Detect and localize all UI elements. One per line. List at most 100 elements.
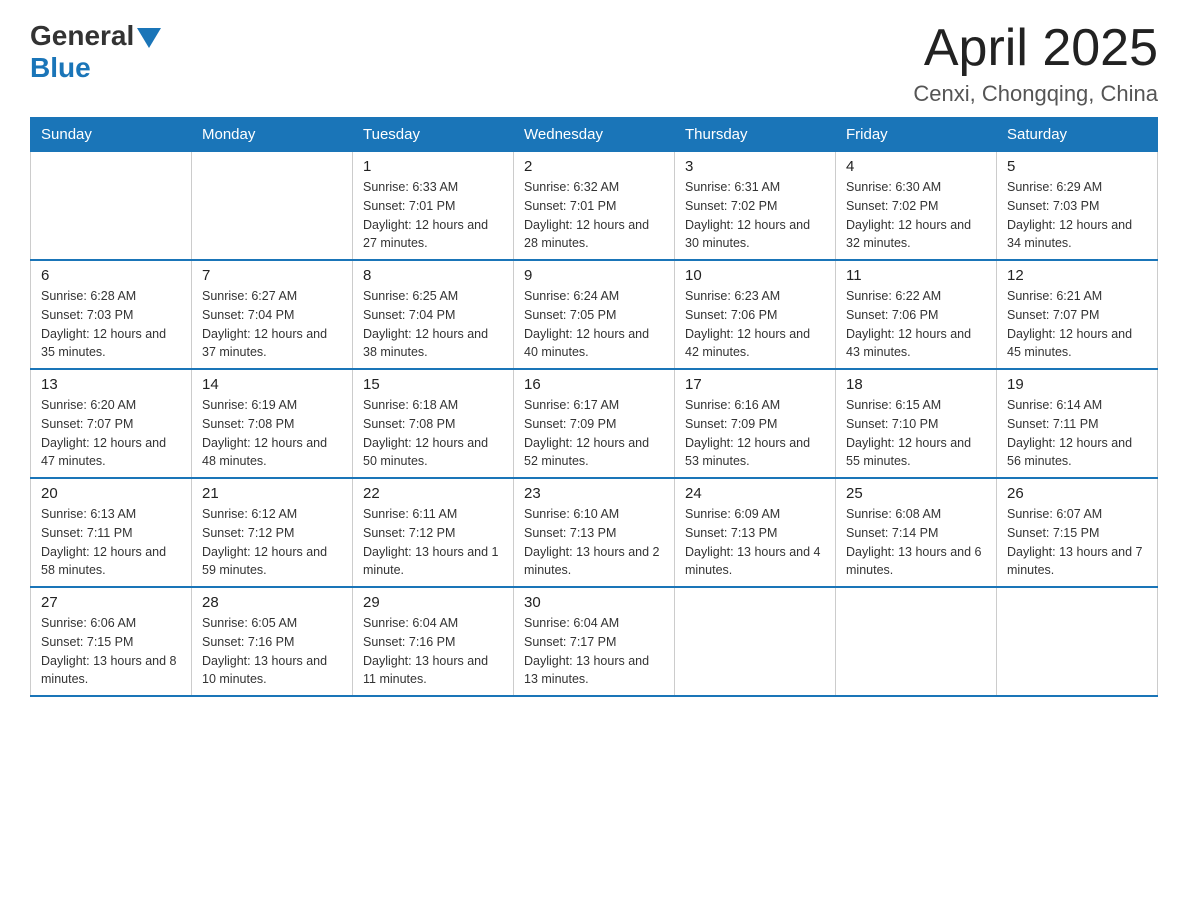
weekday-header-wednesday: Wednesday [514,118,675,152]
calendar-cell: 3 Sunrise: 6:31 AMSunset: 7:02 PMDaylight… [675,152,836,261]
day-number: 4 [846,158,986,175]
calendar-cell: 12Sunrise: 6:21 AMSunset: 7:07 PMDayligh… [997,260,1158,369]
calendar-cell: 6Sunrise: 6:28 AMSunset: 7:03 PMDaylight… [31,260,192,369]
day-info: Sunrise: 6:12 AMSunset: 7:12 PMDaylight:… [202,505,342,580]
day-number: 6 [41,267,181,284]
day-info: Sunrise: 6:17 AMSunset: 7:09 PMDaylight:… [524,396,664,471]
day-number: 15 [363,376,503,393]
day-number: 5 [1007,158,1147,175]
day-info: Sunrise: 6:33 AMSunset: 7:01 PMDaylight:… [363,178,503,253]
weekday-header-friday: Friday [836,118,997,152]
calendar-cell: 14 Sunrise: 6:19 AMSunset: 7:08 PMDayligh… [192,369,353,478]
calendar-cell: 19Sunrise: 6:14 AMSunset: 7:11 PMDayligh… [997,369,1158,478]
calendar-cell: 7 Sunrise: 6:27 AMSunset: 7:04 PMDaylight… [192,260,353,369]
day-number: 11 [846,267,986,284]
calendar-cell: 4Sunrise: 6:30 AMSunset: 7:02 PMDaylight… [836,152,997,261]
month-year-title: April 2025 [913,20,1158,77]
day-info: Sunrise: 6:20 AMSunset: 7:07 PMDaylight:… [41,396,181,471]
calendar-cell [31,152,192,261]
location-subtitle: Cenxi, Chongqing, China [913,81,1158,107]
logo-triangle-icon [137,28,161,48]
calendar-cell: 9Sunrise: 6:24 AMSunset: 7:05 PMDaylight… [514,260,675,369]
calendar-header: SundayMondayTuesdayWednesdayThursdayFrid… [31,118,1158,152]
day-info: Sunrise: 6:09 AMSunset: 7:13 PMDaylight:… [685,505,825,580]
calendar-cell: 30 Sunrise: 6:04 AMSunset: 7:17 PMDayligh… [514,587,675,696]
day-info: Sunrise: 6:11 AMSunset: 7:12 PMDaylight:… [363,505,503,580]
day-info: Sunrise: 6:31 AMSunset: 7:02 PMDaylight:… [685,178,825,253]
day-info: Sunrise: 6:25 AMSunset: 7:04 PMDaylight:… [363,287,503,362]
day-info: Sunrise: 6:07 AMSunset: 7:15 PMDaylight:… [1007,505,1147,580]
weekday-header-tuesday: Tuesday [353,118,514,152]
day-info: Sunrise: 6:19 AMSunset: 7:08 PMDaylight:… [202,396,342,471]
day-number: 8 [363,267,503,284]
calendar-cell: 5 Sunrise: 6:29 AMSunset: 7:03 PMDaylight… [997,152,1158,261]
day-info: Sunrise: 6:15 AMSunset: 7:10 PMDaylight:… [846,396,986,471]
calendar-week-row: 27 Sunrise: 6:06 AMSunset: 7:15 PMDayligh… [31,587,1158,696]
calendar-cell: 1 Sunrise: 6:33 AMSunset: 7:01 PMDaylight… [353,152,514,261]
calendar-cell: 26 Sunrise: 6:07 AMSunset: 7:15 PMDayligh… [997,478,1158,587]
day-info: Sunrise: 6:13 AMSunset: 7:11 PMDaylight:… [41,505,181,580]
day-info: Sunrise: 6:22 AMSunset: 7:06 PMDaylight:… [846,287,986,362]
day-number: 28 [202,594,342,611]
day-info: Sunrise: 6:04 AMSunset: 7:16 PMDaylight:… [363,614,503,689]
day-info: Sunrise: 6:32 AMSunset: 7:01 PMDaylight:… [524,178,664,253]
title-block: April 2025 Cenxi, Chongqing, China [913,20,1158,107]
calendar-cell: 22Sunrise: 6:11 AMSunset: 7:12 PMDayligh… [353,478,514,587]
calendar-week-row: 20 Sunrise: 6:13 AMSunset: 7:11 PMDayligh… [31,478,1158,587]
day-number: 23 [524,485,664,502]
day-number: 18 [846,376,986,393]
day-info: Sunrise: 6:18 AMSunset: 7:08 PMDaylight:… [363,396,503,471]
logo: General Blue [30,20,161,84]
day-number: 21 [202,485,342,502]
day-number: 14 [202,376,342,393]
calendar-cell: 23 Sunrise: 6:10 AMSunset: 7:13 PMDayligh… [514,478,675,587]
day-number: 12 [1007,267,1147,284]
calendar-cell [192,152,353,261]
calendar-table: SundayMondayTuesdayWednesdayThursdayFrid… [30,117,1158,697]
weekday-header-monday: Monday [192,118,353,152]
calendar-cell: 21 Sunrise: 6:12 AMSunset: 7:12 PMDayligh… [192,478,353,587]
calendar-cell: 13 Sunrise: 6:20 AMSunset: 7:07 PMDayligh… [31,369,192,478]
calendar-week-row: 1 Sunrise: 6:33 AMSunset: 7:01 PMDaylight… [31,152,1158,261]
day-number: 24 [685,485,825,502]
day-number: 13 [41,376,181,393]
day-number: 7 [202,267,342,284]
day-number: 30 [524,594,664,611]
calendar-body: 1 Sunrise: 6:33 AMSunset: 7:01 PMDaylight… [31,152,1158,697]
weekday-header-saturday: Saturday [997,118,1158,152]
day-number: 27 [41,594,181,611]
day-info: Sunrise: 6:05 AMSunset: 7:16 PMDaylight:… [202,614,342,689]
day-number: 25 [846,485,986,502]
logo-blue-text: Blue [30,52,91,84]
day-number: 20 [41,485,181,502]
day-info: Sunrise: 6:08 AMSunset: 7:14 PMDaylight:… [846,505,986,580]
day-number: 19 [1007,376,1147,393]
calendar-cell: 11 Sunrise: 6:22 AMSunset: 7:06 PMDayligh… [836,260,997,369]
day-info: Sunrise: 6:04 AMSunset: 7:17 PMDaylight:… [524,614,664,689]
calendar-cell: 25 Sunrise: 6:08 AMSunset: 7:14 PMDayligh… [836,478,997,587]
calendar-cell: 2Sunrise: 6:32 AMSunset: 7:01 PMDaylight… [514,152,675,261]
day-number: 16 [524,376,664,393]
day-info: Sunrise: 6:23 AMSunset: 7:06 PMDaylight:… [685,287,825,362]
calendar-cell: 15 Sunrise: 6:18 AMSunset: 7:08 PMDayligh… [353,369,514,478]
calendar-cell: 29Sunrise: 6:04 AMSunset: 7:16 PMDayligh… [353,587,514,696]
calendar-cell: 10Sunrise: 6:23 AMSunset: 7:06 PMDayligh… [675,260,836,369]
day-number: 17 [685,376,825,393]
day-number: 3 [685,158,825,175]
day-number: 1 [363,158,503,175]
day-info: Sunrise: 6:24 AMSunset: 7:05 PMDaylight:… [524,287,664,362]
weekday-header-row: SundayMondayTuesdayWednesdayThursdayFrid… [31,118,1158,152]
day-info: Sunrise: 6:06 AMSunset: 7:15 PMDaylight:… [41,614,181,689]
day-number: 26 [1007,485,1147,502]
calendar-cell: 18 Sunrise: 6:15 AMSunset: 7:10 PMDayligh… [836,369,997,478]
weekday-header-sunday: Sunday [31,118,192,152]
page-header: General Blue April 2025 Cenxi, Chongqing… [30,20,1158,107]
calendar-cell: 28 Sunrise: 6:05 AMSunset: 7:16 PMDayligh… [192,587,353,696]
day-info: Sunrise: 6:29 AMSunset: 7:03 PMDaylight:… [1007,178,1147,253]
calendar-cell: 8 Sunrise: 6:25 AMSunset: 7:04 PMDaylight… [353,260,514,369]
day-info: Sunrise: 6:16 AMSunset: 7:09 PMDaylight:… [685,396,825,471]
day-info: Sunrise: 6:10 AMSunset: 7:13 PMDaylight:… [524,505,664,580]
calendar-cell: 24 Sunrise: 6:09 AMSunset: 7:13 PMDayligh… [675,478,836,587]
day-info: Sunrise: 6:27 AMSunset: 7:04 PMDaylight:… [202,287,342,362]
weekday-header-thursday: Thursday [675,118,836,152]
